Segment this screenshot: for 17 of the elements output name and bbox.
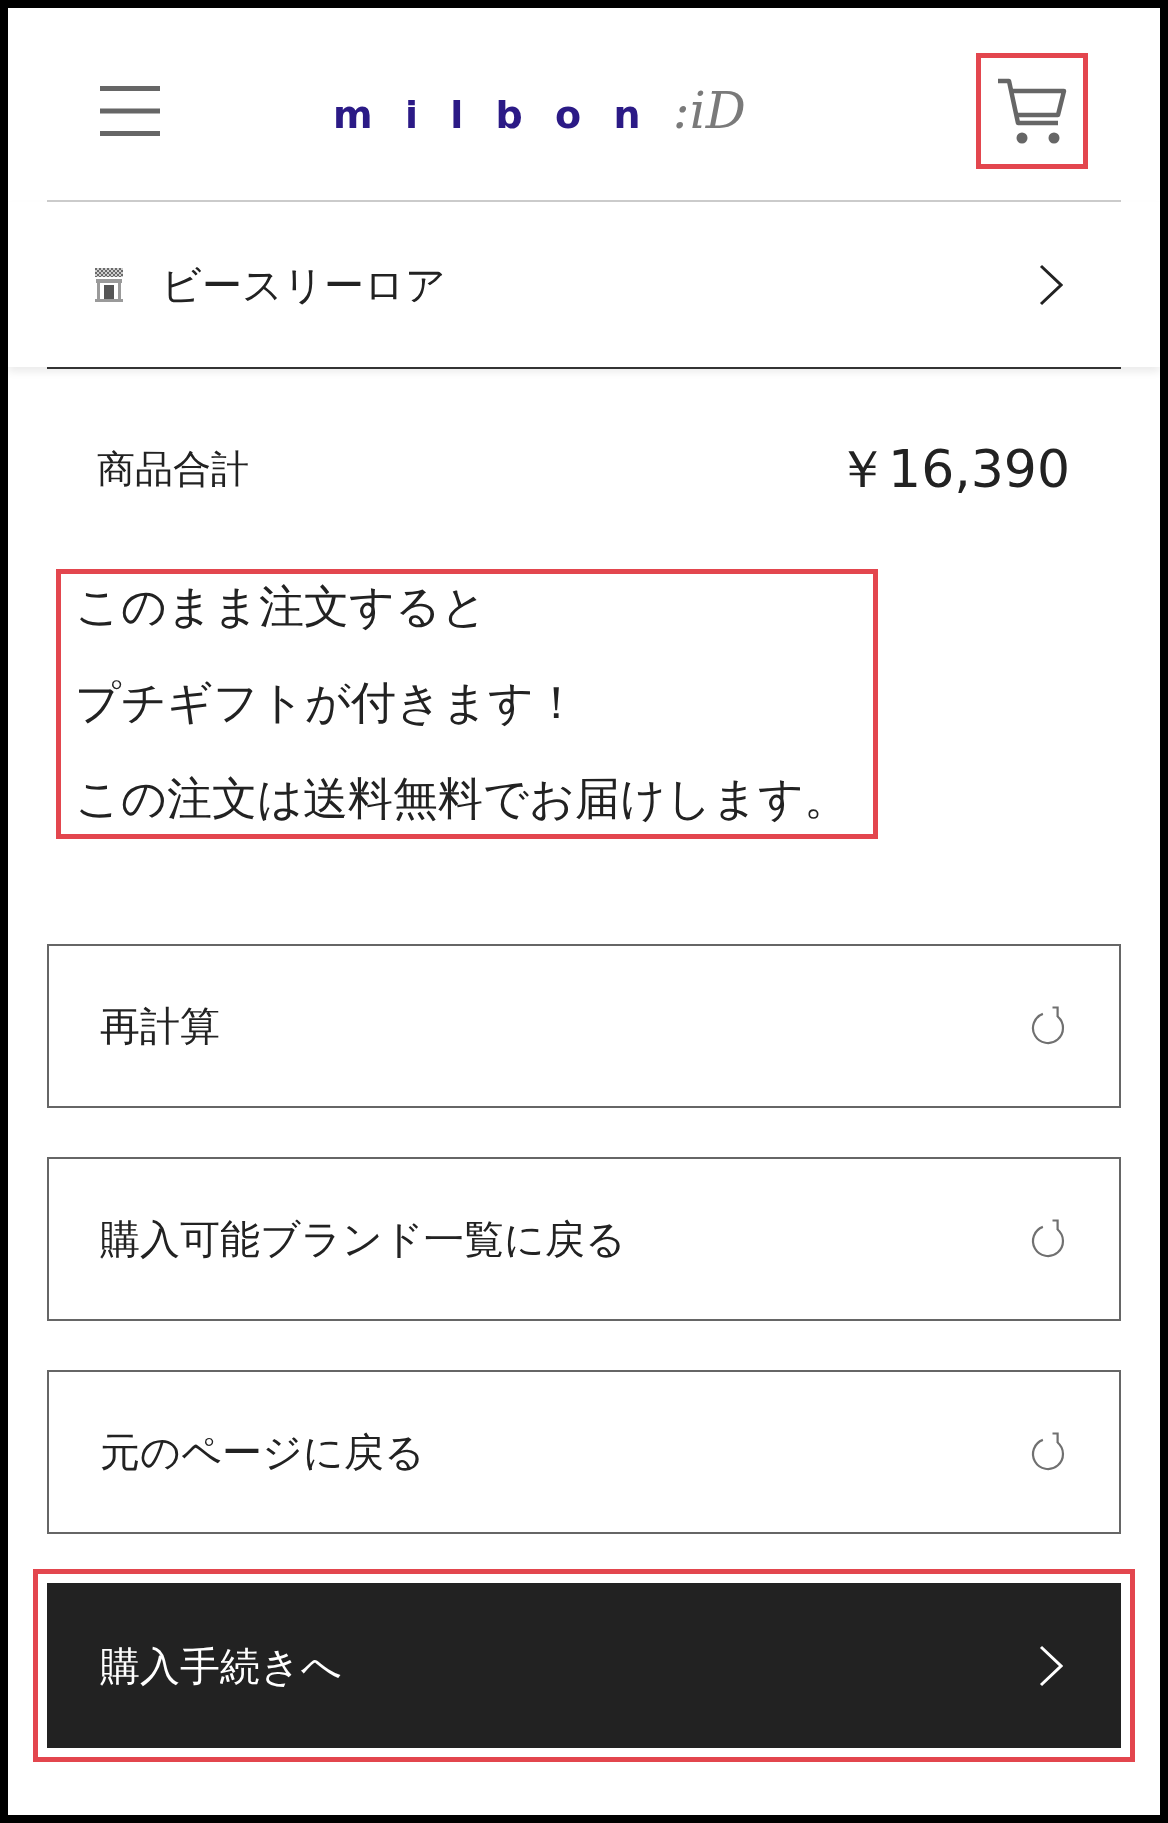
promo-text: プチギフトが付きます！ bbox=[75, 675, 579, 731]
store-row[interactable]: ビースリーロア bbox=[8, 202, 1160, 367]
chevron-right-icon bbox=[1039, 1644, 1063, 1687]
logo-wordmark: milbon bbox=[333, 96, 673, 134]
action-button[interactable]: 購入可能ブランド一覧に戻る bbox=[47, 1157, 1121, 1321]
total-amount: ￥16,390 bbox=[836, 443, 1070, 495]
logo-suffix: :iD bbox=[672, 86, 746, 136]
promo-text: この注文は送料無料でお届けします。 bbox=[75, 771, 849, 827]
action-button[interactable]: 元のページに戻る bbox=[47, 1370, 1121, 1534]
menu-icon[interactable] bbox=[100, 86, 160, 136]
total-label: 商品合計 bbox=[97, 450, 249, 488]
chevron-right-icon bbox=[1039, 263, 1063, 306]
store-name: ビースリーロア bbox=[161, 264, 446, 305]
store-icon bbox=[95, 267, 123, 302]
action-button[interactable]: 再計算 bbox=[47, 944, 1121, 1108]
checkout-button[interactable]: 購入手続きへ bbox=[47, 1583, 1121, 1748]
promo-text: このまま注文すると bbox=[75, 579, 487, 635]
